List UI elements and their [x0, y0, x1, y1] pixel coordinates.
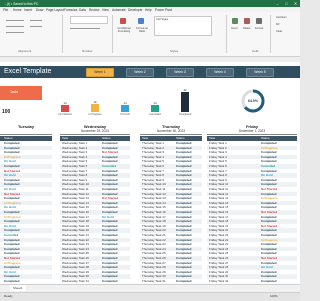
status-bar-value: 14 — [123, 101, 127, 106]
title-bar: ...(t) • Saved to this PC – □ ✕ — [0, 0, 300, 7]
status-cell[interactable]: Completed — [261, 279, 277, 284]
zoom-level[interactable]: 100% — [270, 294, 278, 298]
task-cell[interactable]: Thursday Task 31 — [142, 279, 166, 284]
week-4-button[interactable]: Week 4 — [206, 68, 234, 77]
window-title: ...(t) • Saved to this PC — [4, 1, 39, 6]
minimize-button[interactable]: – — [273, 0, 282, 7]
number-format-icons[interactable] — [70, 28, 100, 29]
status-cell[interactable]: Completed — [102, 279, 118, 284]
task-cell[interactable]: Friday Task 31 — [209, 279, 228, 284]
tasks-count-value: 100 — [2, 109, 11, 115]
week-5-button[interactable]: Week 5 — [246, 68, 274, 77]
day-date: November 30, 2023 — [157, 129, 185, 133]
status-bar-chart: 14 Not Started 16 In Progress 14 On Hold 14 Can… — [50, 86, 200, 120]
conditional-formatting-button[interactable]: Conditional Formatting — [116, 27, 132, 33]
ribbon-divider — [226, 15, 227, 53]
sheet-tab[interactable]: Sheet1 — [10, 285, 26, 291]
week-3-button[interactable]: Week 3 — [166, 68, 194, 77]
week-1-button[interactable]: Week 1 — [86, 68, 114, 77]
status-bar-value: 14 — [153, 101, 157, 106]
number-format-dropdown[interactable] — [70, 16, 108, 24]
banner-title: Excel Template — [4, 68, 52, 75]
maximize-button[interactable]: □ — [282, 0, 291, 7]
status-bar-3 — [151, 105, 159, 112]
status-bar-label: Completed — [178, 113, 192, 116]
status-text: Ready — [4, 294, 13, 298]
ribbon-divider — [112, 15, 113, 53]
merge-center-icon[interactable] — [30, 26, 42, 27]
status-bar-label: In Progress — [88, 113, 102, 116]
delete-cells-icon[interactable] — [244, 18, 250, 24]
status-bar-label: Not Started — [58, 113, 72, 116]
format-button[interactable]: Format — [255, 27, 263, 30]
progress-percent: 64.0% — [247, 99, 259, 103]
status-bar-0 — [61, 105, 69, 112]
day-name: Tuesday — [18, 124, 34, 129]
ribbon-divider — [270, 15, 271, 53]
status-bar-value: 42 — [183, 88, 187, 92]
align-middle-icon[interactable] — [6, 26, 24, 27]
group-label-cells: Cells — [252, 49, 259, 53]
status-bar-label: Cancelled — [149, 113, 161, 116]
group-label-alignment: Alignment — [18, 49, 32, 53]
delete-button[interactable]: Delete — [243, 27, 251, 30]
status-bar-1 — [91, 104, 99, 112]
cell-styles-button[interactable]: Cell Styles — [156, 18, 168, 21]
fill-button[interactable]: Fill — [276, 23, 279, 26]
format-as-table-button[interactable]: Format as Table — [134, 27, 150, 33]
status-bar-value: 16 — [93, 100, 97, 105]
clear-button[interactable]: Clear — [276, 30, 282, 33]
tasks-label: Tasks — [10, 90, 19, 94]
status-cell[interactable]: Completed — [176, 279, 192, 284]
conditional-formatting-icon[interactable] — [120, 18, 126, 24]
day-underline — [140, 134, 202, 135]
status-bar-4 — [181, 92, 189, 112]
ribbon: Alignment Number Conditional Formatting … — [0, 12, 300, 57]
group-label-styles: Styles — [170, 49, 179, 53]
status-bar-label: On Hold — [120, 113, 130, 116]
group-label-number: Number — [82, 49, 93, 53]
status-bar-value: 14 — [63, 101, 67, 106]
format-cells-icon[interactable] — [256, 18, 262, 24]
day-underline — [60, 134, 130, 135]
close-button[interactable]: ✕ — [291, 0, 300, 7]
status-bar-2 — [121, 105, 129, 112]
week-2-button[interactable]: Week 2 — [126, 68, 154, 77]
day-date: December 1, 2023 — [238, 129, 266, 133]
ribbon-divider — [62, 15, 63, 53]
format-as-table-icon[interactable] — [138, 18, 144, 24]
day-underline — [0, 134, 52, 135]
wrap-text-icon[interactable] — [30, 20, 42, 21]
task-cell[interactable]: Wednesday Task 31 — [62, 279, 89, 284]
insert-cells-icon[interactable] — [232, 18, 238, 24]
align-bottom-icon[interactable] — [6, 32, 24, 33]
day-date: November 29, 2023 — [81, 129, 109, 133]
day-underline — [207, 134, 297, 135]
insert-button[interactable]: Insert — [231, 27, 238, 30]
autosum-button[interactable]: AutoSum — [276, 16, 287, 19]
align-top-icon[interactable] — [6, 20, 24, 21]
tasks-header-box — [0, 86, 42, 100]
status-cell[interactable]: Completed — [4, 279, 20, 284]
